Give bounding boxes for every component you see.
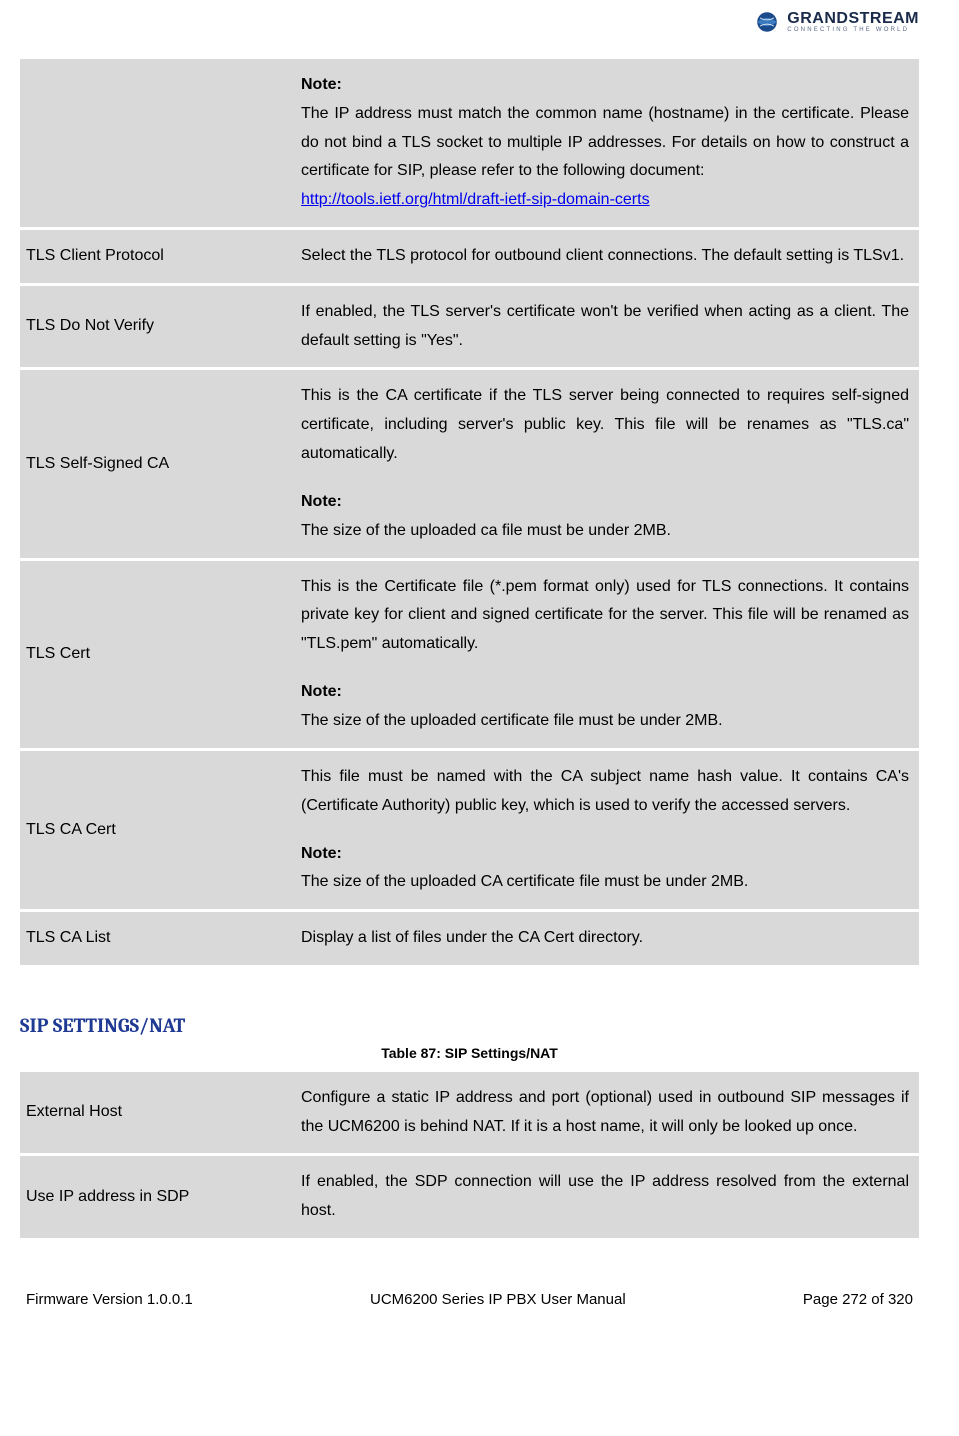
row-label: TLS CA List xyxy=(20,912,295,965)
row-desc: Configure a static IP address and port (… xyxy=(295,1072,919,1154)
tls-settings-table: Note: The IP address must match the comm… xyxy=(20,56,919,968)
ietf-link[interactable]: http://tools.ietf.org/html/draft-ietf-si… xyxy=(301,191,650,208)
globe-icon xyxy=(753,8,781,36)
row-label: External Host xyxy=(20,1072,295,1154)
table-row: TLS Client Protocol Select the TLS proto… xyxy=(20,230,919,283)
table-row: Note: The IP address must match the comm… xyxy=(20,59,919,227)
page-footer: Firmware Version 1.0.0.1 UCM6200 Series … xyxy=(20,1291,919,1308)
row-label: TLS CA Cert xyxy=(20,751,295,909)
row-label: TLS Do Not Verify xyxy=(20,286,295,368)
table-caption: Table 87: SIP Settings/NAT xyxy=(20,1045,919,1061)
row-label: TLS Client Protocol xyxy=(20,230,295,283)
footer-manual-title: UCM6200 Series IP PBX User Manual xyxy=(370,1291,626,1308)
brand-logo: GRANDSTREAM CONNECTING THE WORLD xyxy=(753,8,919,36)
table-row: TLS Cert This is the Certificate file (*… xyxy=(20,561,919,748)
table-row: TLS CA List Display a list of files unde… xyxy=(20,912,919,965)
note-label: Note: xyxy=(301,493,342,510)
row-label: TLS Cert xyxy=(20,561,295,748)
table-row: TLS CA Cert This file must be named with… xyxy=(20,751,919,909)
row-desc: If enabled, the SDP connection will use … xyxy=(295,1156,919,1238)
row-text: This is the Certificate file (*.pem form… xyxy=(301,578,909,653)
note-text: The size of the uploaded ca file must be… xyxy=(301,522,671,539)
sip-nat-table: External Host Configure a static IP addr… xyxy=(20,1069,919,1241)
footer-page-number: Page 272 of 320 xyxy=(803,1291,913,1308)
note-label: Note: xyxy=(301,683,342,700)
row-desc: If enabled, the TLS server's certificate… xyxy=(295,286,919,368)
brand-tagline: CONNECTING THE WORLD xyxy=(787,27,919,33)
table-row: TLS Self-Signed CA This is the CA certif… xyxy=(20,370,919,557)
note-label: Note: xyxy=(301,845,342,862)
note-text: The size of the uploaded CA certificate … xyxy=(301,873,748,890)
footer-firmware: Firmware Version 1.0.0.1 xyxy=(26,1291,193,1308)
table-row: Use IP address in SDP If enabled, the SD… xyxy=(20,1156,919,1238)
brand-name: GRANDSTREAM xyxy=(787,11,919,27)
row-desc: Note: The IP address must match the comm… xyxy=(295,59,919,227)
row-desc: This is the CA certificate if the TLS se… xyxy=(295,370,919,557)
row-label: TLS Self-Signed CA xyxy=(20,370,295,557)
section-heading-sip-nat: SIP SETTINGS/NAT xyxy=(20,1014,919,1037)
row-desc: Select the TLS protocol for outbound cli… xyxy=(295,230,919,283)
row-text: This file must be named with the CA subj… xyxy=(301,768,909,814)
row-label: Use IP address in SDP xyxy=(20,1156,295,1238)
table-row: External Host Configure a static IP addr… xyxy=(20,1072,919,1154)
note-text: The size of the uploaded certificate fil… xyxy=(301,712,723,729)
table-row: TLS Do Not Verify If enabled, the TLS se… xyxy=(20,286,919,368)
row-label xyxy=(20,59,295,227)
note-label: Note: xyxy=(301,76,342,93)
header-logo: GRANDSTREAM CONNECTING THE WORLD xyxy=(20,0,919,56)
row-desc: Display a list of files under the CA Cer… xyxy=(295,912,919,965)
row-desc: This file must be named with the CA subj… xyxy=(295,751,919,909)
row-text: This is the CA certificate if the TLS se… xyxy=(301,387,909,462)
row-desc: This is the Certificate file (*.pem form… xyxy=(295,561,919,748)
row-text: The IP address must match the common nam… xyxy=(301,105,909,180)
